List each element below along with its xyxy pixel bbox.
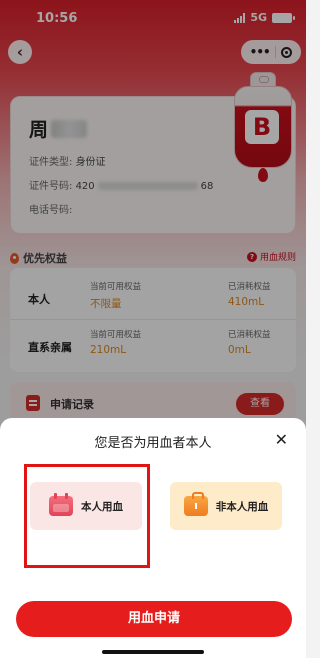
other-option-label: 非本人用血 [215,500,269,513]
home-indicator [102,650,204,654]
selection-highlight [24,464,150,568]
other-blood-option[interactable]: 非本人用血 [170,482,282,530]
apply-blood-button[interactable]: 用血申请 [16,601,292,637]
blood-user-sheet: 您是否为用血者本人 ✕ 本人用血 非本人用血 用血申请 [0,418,306,658]
briefcase-icon [183,492,208,516]
close-icon[interactable]: ✕ [275,430,288,449]
sheet-title: 您是否为用血者本人 [94,436,212,451]
